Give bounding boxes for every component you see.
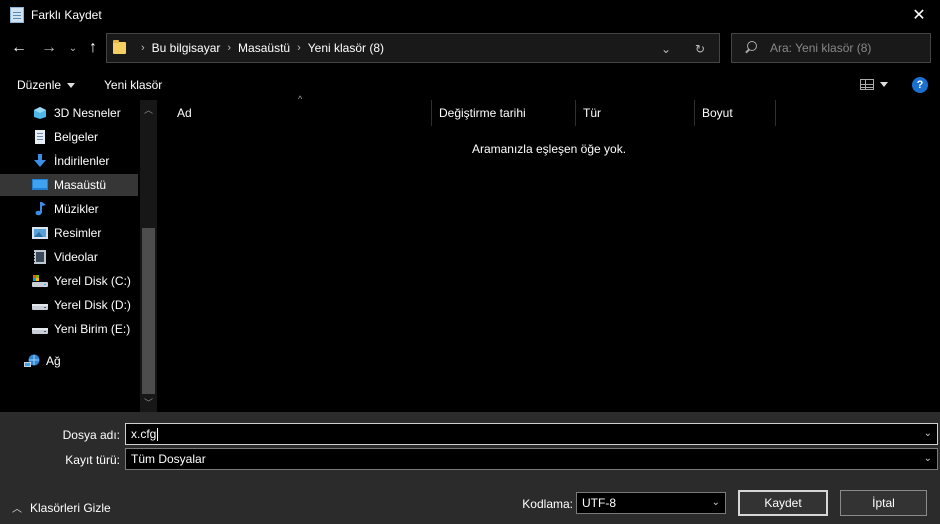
file-type-label: Kayıt türü: (65, 453, 120, 467)
chevron-down-icon: ⌄ (711, 497, 720, 508)
file-list: ^ Ad Değiştirme tarihi Tür Boyut Aramanı… (161, 94, 940, 412)
scroll-down-icon[interactable]: ﹀ (140, 394, 157, 411)
sidebar-item-downloads[interactable]: İndirilenler (0, 150, 138, 172)
file-type-select[interactable]: Tüm Dosyalar ⌄ (125, 448, 938, 470)
sidebar-item-label: Videolar (54, 250, 98, 264)
recent-locations-chevron-icon[interactable]: ⌄ (62, 37, 84, 59)
hide-folders-button[interactable]: ︿ Klasörleri Gizle (12, 500, 111, 516)
sidebar-item-label: 3D Nesneler (54, 106, 121, 120)
help-icon[interactable]: ? (912, 77, 928, 93)
organize-menu-button[interactable]: Düzenle (17, 78, 76, 92)
sidebar-item-label: Müzikler (54, 202, 99, 216)
drive-icon (32, 328, 48, 334)
sidebar-item-label: Resimler (54, 226, 102, 240)
sidebar-scrollbar[interactable]: ︿ ﹀ (140, 100, 157, 412)
chevron-down-icon (67, 82, 76, 88)
documents-icon (35, 130, 45, 144)
details-view-icon (860, 79, 874, 90)
search-placeholder: Ara: Yeni klasör (8) (770, 41, 872, 55)
downloads-icon (34, 154, 46, 167)
back-arrow-icon[interactable]: ← (8, 37, 30, 59)
music-icon (35, 202, 46, 216)
breadcrumb-separator-icon[interactable]: › (141, 42, 145, 54)
search-icon (744, 41, 758, 55)
organize-label: Düzenle (17, 78, 62, 92)
sidebar-item-documents[interactable]: Belgeler (0, 126, 138, 148)
window-title: Farklı Kaydet (31, 8, 102, 22)
text-cursor (157, 427, 159, 441)
sidebar-item-label: Ağ (46, 354, 61, 368)
chevron-down-icon[interactable]: ⌄ (924, 428, 932, 439)
sidebar-item-network[interactable]: Ağ (0, 350, 138, 372)
sidebar-item-label: Masaüstü (54, 178, 107, 192)
empty-results-message: Aramanızla eşleşen öğe yok. (471, 142, 627, 156)
sidebar-item-desktop[interactable]: Masaüstü (0, 174, 138, 196)
encoding-value: UTF-8 (582, 496, 616, 510)
sidebar-item-label: İndirilenler (54, 154, 110, 168)
chevron-down-icon: ⌄ (923, 453, 932, 464)
column-header-date-modified[interactable]: Değiştirme tarihi (432, 100, 576, 126)
filename-input[interactable]: x.cfg ⌄ (125, 423, 938, 445)
chevron-down-icon (880, 82, 888, 87)
hide-folders-label: Klasörleri Gizle (30, 500, 111, 515)
chevron-up-icon: ︿ (12, 504, 22, 515)
breadcrumb-desktop[interactable]: Masaüstü (238, 41, 290, 55)
view-options-button[interactable] (860, 79, 888, 90)
address-bar[interactable]: › Bu bilgisayar › Masaüstü › Yeni klasör… (106, 33, 720, 63)
network-icon (24, 354, 40, 367)
sidebar-item-label: Yerel Disk (C:) (54, 274, 131, 288)
sidebar-item-drive-c[interactable]: Yerel Disk (C:) (0, 270, 138, 292)
cancel-button[interactable]: İptal (840, 490, 927, 516)
3d-objects-icon (34, 107, 46, 119)
command-bar: Düzenle Yeni klasör ? (0, 70, 940, 100)
sidebar-item-videos[interactable]: Videolar (0, 246, 138, 268)
close-button[interactable]: ✕ (908, 4, 930, 26)
forward-arrow-icon[interactable]: → (38, 37, 60, 59)
breadcrumb-new-folder[interactable]: Yeni klasör (8) (308, 41, 384, 55)
videos-icon (34, 250, 46, 264)
sidebar-item-pictures[interactable]: Resimler (0, 222, 138, 244)
refresh-icon[interactable]: ↻ (691, 40, 709, 58)
filename-value: x.cfg (131, 427, 157, 441)
breadcrumb-separator-icon[interactable]: › (297, 42, 301, 54)
column-header-type[interactable]: Tür (576, 100, 695, 126)
file-type-value: Tüm Dosyalar (131, 452, 206, 466)
breadcrumb-this-pc[interactable]: Bu bilgisayar (152, 41, 221, 55)
navigation-pane: 3D Nesneler Belgeler İndirilenler Masaüs… (0, 100, 158, 412)
title-bar: Farklı Kaydet ✕ (0, 0, 940, 30)
desktop-icon (32, 179, 48, 190)
sidebar-item-3d-objects[interactable]: 3D Nesneler (0, 102, 138, 124)
up-arrow-icon[interactable]: ↑ (82, 37, 104, 59)
sidebar-item-drive-d[interactable]: Yerel Disk (D:) (0, 294, 138, 316)
encoding-select[interactable]: UTF-8 ⌄ (576, 492, 726, 514)
column-header-name[interactable]: Ad (170, 100, 432, 126)
column-header-size[interactable]: Boyut (695, 100, 776, 126)
scroll-up-icon[interactable]: ︿ (140, 101, 157, 118)
scrollbar-thumb[interactable] (142, 228, 155, 394)
search-input[interactable]: Ara: Yeni klasör (8) (731, 33, 931, 63)
folder-icon (113, 40, 126, 54)
breadcrumb-separator-icon[interactable]: › (227, 42, 231, 54)
sidebar-item-music[interactable]: Müzikler (0, 198, 138, 220)
pictures-icon (32, 227, 48, 239)
sidebar-item-label: Yerel Disk (D:) (54, 298, 131, 312)
new-folder-button[interactable]: Yeni klasör (104, 78, 162, 92)
navigation-bar: ← → ⌄ ↑ › Bu bilgisayar › Masaüstü › Yen… (0, 30, 940, 66)
save-button[interactable]: Kaydet (738, 490, 828, 516)
address-history-chevron-icon[interactable]: ⌄ (657, 40, 675, 58)
drive-icon (32, 304, 48, 310)
sidebar-item-drive-e[interactable]: Yeni Birim (E:) (0, 318, 138, 340)
encoding-label: Kodlama: (522, 497, 573, 511)
notepad-icon (10, 7, 24, 23)
sidebar-item-label: Belgeler (54, 130, 99, 144)
system-drive-icon (32, 275, 48, 287)
filename-label: Dosya adı: (62, 428, 120, 442)
save-options-panel: Dosya adı: x.cfg ⌄ Kayıt türü: Tüm Dosya… (0, 412, 940, 524)
sidebar-item-label: Yeni Birim (E:) (54, 322, 131, 336)
